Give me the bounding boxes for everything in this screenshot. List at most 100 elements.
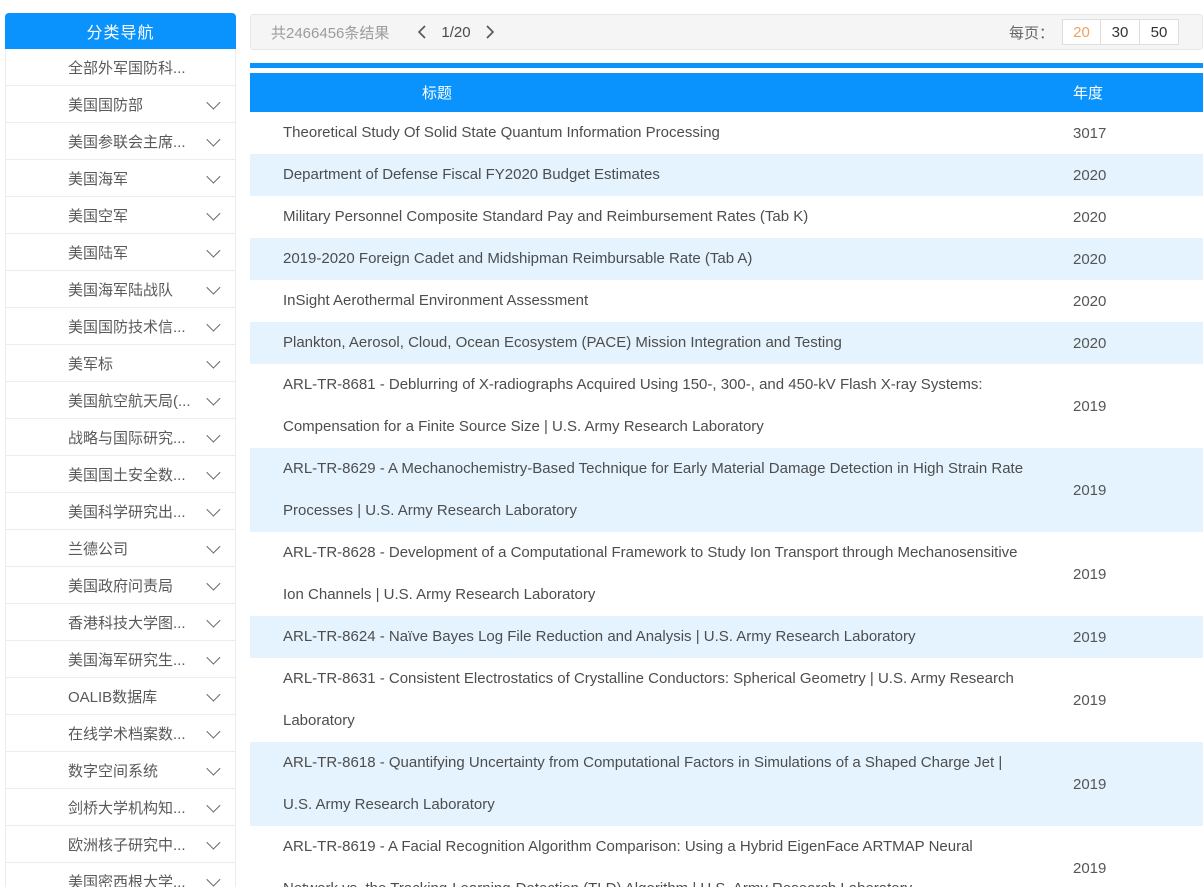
sidebar-item-label: 在线学术档案数... (68, 723, 186, 744)
chevron-down-icon (206, 466, 220, 480)
chevron-down-icon (206, 762, 220, 776)
results-table: 标题 年度 Theoretical Study Of Solid State Q… (250, 73, 1203, 887)
sidebar-item-list: 全部外军国防科...美国国防部美国参联会主席...美国海军美国空军美国陆军美国海… (5, 49, 236, 887)
sidebar-item-label: 美国密西根大学... (68, 871, 186, 887)
table-row[interactable]: ARL-TR-8629 - A Mechanochemistry-Based T… (250, 448, 1203, 532)
table-row[interactable]: 2019-2020 Foreign Cadet and Midshipman R… (250, 238, 1203, 280)
sidebar-item[interactable]: 战略与国际研究... (6, 419, 235, 456)
result-title: ARL-TR-8681 - Deblurring of X-radiograph… (283, 364, 1028, 448)
chevron-down-icon (206, 540, 220, 554)
result-year: 2020 (1073, 251, 1106, 268)
category-sidebar: 分类导航 全部外军国防科... 美国国防部美国参联会主席... 美国海军美国空军美国… (5, 13, 236, 887)
column-header-year: 年度 (1040, 73, 1203, 112)
sidebar-item-label: 美国空军 (68, 205, 128, 226)
table-row[interactable]: ARL-TR-8619 - A Facial Recognition Algor… (250, 826, 1203, 887)
chevron-down-icon (206, 799, 220, 813)
result-title: ARL-TR-8629 - A Mechanochemistry-Based T… (283, 448, 1028, 532)
result-title: Theoretical Study Of Solid State Quantum… (283, 112, 720, 154)
chevron-down-icon (206, 725, 220, 739)
sidebar-item[interactable]: 兰德公司 (6, 530, 235, 567)
sidebar-item[interactable]: 欧洲核子研究中... (6, 826, 235, 863)
result-title: Plankton, Aerosol, Cloud, Ocean Ecosyste… (283, 322, 842, 364)
sidebar-item[interactable]: 美国空军 (6, 197, 235, 234)
chevron-down-icon (206, 133, 220, 147)
sidebar-item[interactable]: 美国海军 (6, 160, 235, 197)
result-year: 2019 (1073, 398, 1106, 415)
result-title: InSight Aerothermal Environment Assessme… (283, 280, 588, 322)
sidebar-item-label: 美国科学研究出... (68, 501, 186, 522)
results-count: 共2466456条结果 (271, 22, 389, 43)
sidebar-item[interactable]: 数字空间系统 (6, 752, 235, 789)
chevron-down-icon (206, 688, 220, 702)
sidebar-item-label: 兰德公司 (68, 538, 128, 559)
sidebar-item[interactable]: OALIB数据库 (6, 678, 235, 715)
chevron-down-icon (206, 170, 220, 184)
per-page-selector: 每页： 203050 (1009, 19, 1179, 45)
sidebar-item-label: 美国国土安全数... (68, 464, 186, 485)
sidebar-item[interactable]: 在线学术档案数... (6, 715, 235, 752)
sidebar-item-label: 美国参联会主席... (68, 131, 186, 152)
chevron-left-icon (417, 25, 427, 39)
page-indicator: 1/20 (441, 24, 470, 41)
result-year: 2019 (1073, 566, 1106, 583)
sidebar-item[interactable]: 美国参联会主席... (6, 123, 235, 160)
sidebar-item[interactable]: 美国政府问责局 (6, 567, 235, 604)
sidebar-item[interactable]: 美国密西根大学... (6, 863, 235, 887)
sidebar-item[interactable]: 剑桥大学机构知... (6, 789, 235, 826)
result-year: 2019 (1073, 860, 1106, 877)
sidebar-item[interactable]: 美国国防部 (6, 86, 235, 123)
pagination: 1/20 (411, 21, 500, 43)
sidebar-item[interactable]: 美国海军研究生... (6, 641, 235, 678)
sidebar-item[interactable]: 美国海军陆战队 (6, 271, 235, 308)
table-accent-strip (250, 63, 1203, 68)
sidebar-item[interactable]: 全部外军国防科... (6, 49, 235, 86)
sidebar-item[interactable]: 美国航空航天局(... (6, 382, 235, 419)
table-row[interactable]: Military Personnel Composite Standard Pa… (250, 196, 1203, 238)
chevron-down-icon (206, 503, 220, 517)
sidebar-item-label: 美国国防部 (68, 94, 143, 115)
chevron-down-icon (206, 836, 220, 850)
sidebar-title: 分类导航 (5, 13, 236, 49)
results-toolbar: 共2466456条结果 1/20 每页： 203050 (250, 14, 1203, 50)
sidebar-item-label: 香港科技大学图... (68, 612, 186, 633)
table-row[interactable]: InSight Aerothermal Environment Assessme… (250, 280, 1203, 322)
per-page-option-50[interactable]: 50 (1140, 19, 1179, 45)
result-title: Department of Defense Fiscal FY2020 Budg… (283, 154, 660, 196)
chevron-down-icon (206, 577, 220, 591)
chevron-down-icon (206, 392, 220, 406)
sidebar-item[interactable]: 美国国防技术信... (6, 308, 235, 345)
table-row[interactable]: ARL-TR-8624 - Naïve Bayes Log File Reduc… (250, 616, 1203, 658)
sidebar-item-label: 数字空间系统 (68, 760, 158, 781)
per-page-label: 每页： (1009, 22, 1054, 43)
sidebar-item-label: 剑桥大学机构知... (68, 797, 186, 818)
sidebar-item[interactable]: 美军标 (6, 345, 235, 382)
chevron-down-icon (206, 429, 220, 443)
per-page-option-20[interactable]: 20 (1062, 19, 1101, 45)
sidebar-item-label: 欧洲核子研究中... (68, 834, 186, 855)
result-title: ARL-TR-8618 - Quantifying Uncertainty fr… (283, 742, 1028, 826)
chevron-down-icon (206, 318, 220, 332)
result-year: 2019 (1073, 482, 1106, 499)
sidebar-item[interactable]: 香港科技大学图... (6, 604, 235, 641)
chevron-down-icon (206, 614, 220, 628)
chevron-down-icon (206, 873, 220, 887)
result-year: 2019 (1073, 629, 1106, 646)
table-body: Theoretical Study Of Solid State Quantum… (250, 112, 1203, 887)
table-row[interactable]: Theoretical Study Of Solid State Quantum… (250, 112, 1203, 154)
table-header-row: 标题 年度 (250, 73, 1203, 112)
table-row[interactable]: ARL-TR-8681 - Deblurring of X-radiograph… (250, 364, 1203, 448)
sidebar-item[interactable]: 美国国土安全数... (6, 456, 235, 493)
table-row[interactable]: Department of Defense Fiscal FY2020 Budg… (250, 154, 1203, 196)
next-page-button[interactable] (479, 21, 501, 43)
table-row[interactable]: ARL-TR-8618 - Quantifying Uncertainty fr… (250, 742, 1203, 826)
sidebar-item[interactable]: 美国陆军 (6, 234, 235, 271)
per-page-option-30[interactable]: 30 (1101, 19, 1140, 45)
table-row[interactable]: Plankton, Aerosol, Cloud, Ocean Ecosyste… (250, 322, 1203, 364)
sidebar-item-label: 美国海军研究生... (68, 649, 186, 670)
sidebar-item-label: 美国航空航天局(... (68, 390, 191, 411)
sidebar-item[interactable]: 美国科学研究出... (6, 493, 235, 530)
table-row[interactable]: ARL-TR-8628 - Development of a Computati… (250, 532, 1203, 616)
table-row[interactable]: ARL-TR-8631 - Consistent Electrostatics … (250, 658, 1203, 742)
chevron-down-icon (206, 96, 220, 110)
prev-page-button[interactable] (411, 21, 433, 43)
